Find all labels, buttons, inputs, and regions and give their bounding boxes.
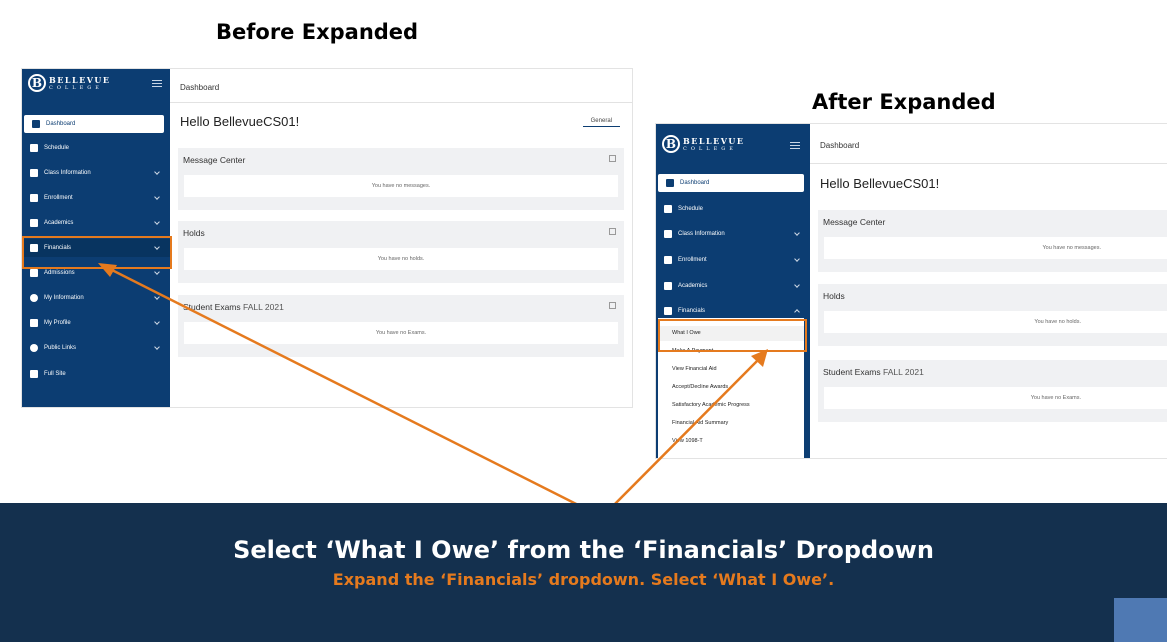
caption-subtitle: Expand the ‘Financials’ dropdown. Select… bbox=[332, 570, 835, 589]
arrow-to-financials bbox=[101, 263, 603, 519]
caption-title: Select ‘What I Owe’ from the ‘Financials… bbox=[233, 536, 934, 564]
decorative-square bbox=[1114, 598, 1167, 642]
arrow-to-what-i-owe bbox=[601, 352, 766, 518]
